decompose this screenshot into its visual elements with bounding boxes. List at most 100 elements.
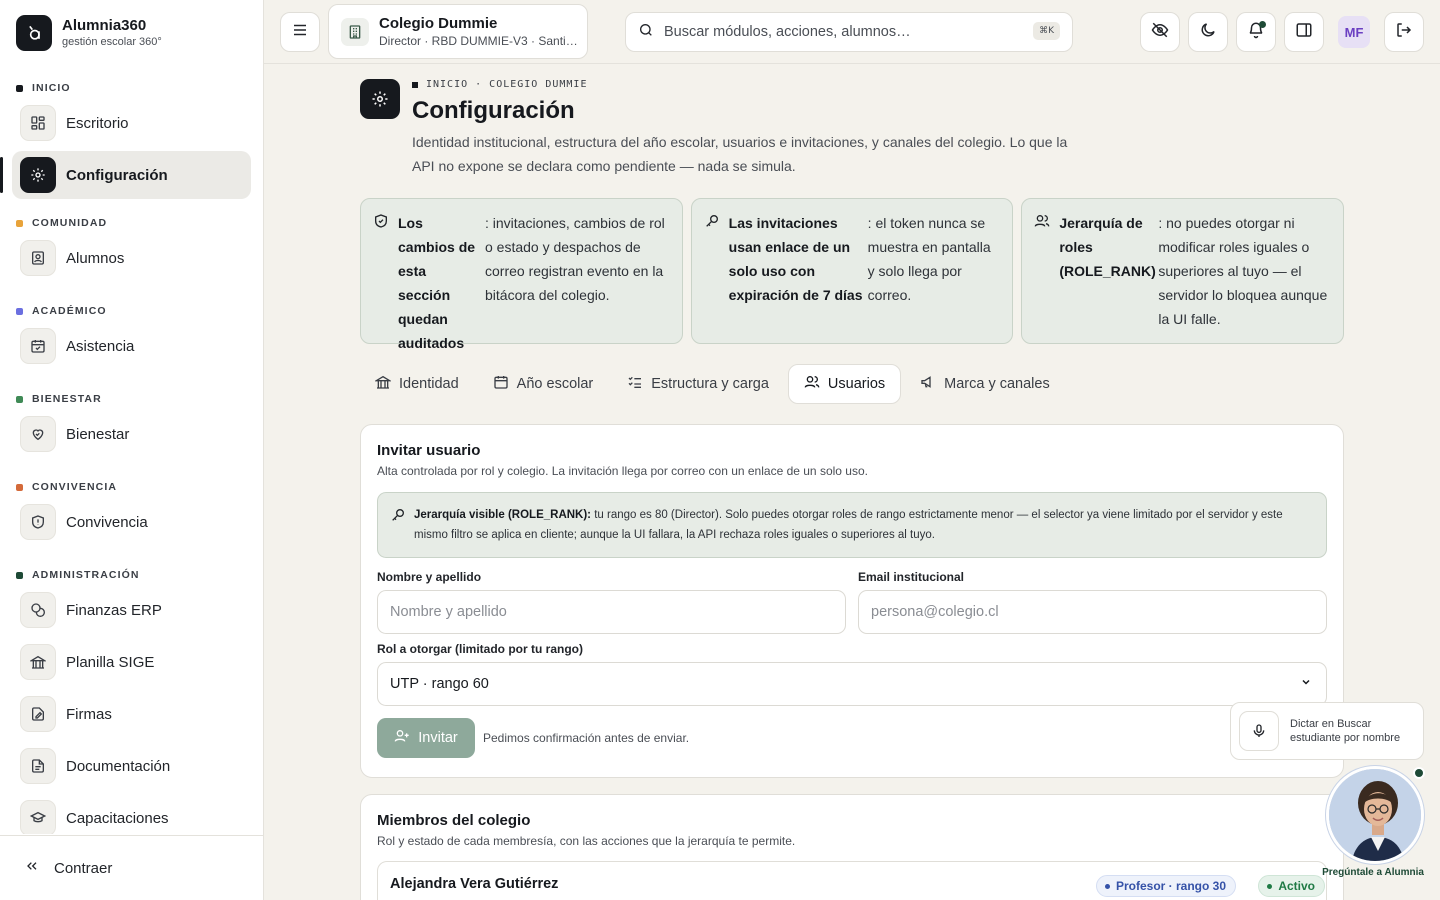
assistant-avatar[interactable] bbox=[1326, 766, 1424, 864]
school-switcher[interactable]: Colegio Dummie Director · RBD DUMMIE-V3 … bbox=[328, 4, 588, 59]
microphone-icon[interactable] bbox=[1239, 711, 1279, 751]
name-label: Nombre y apellido bbox=[377, 570, 482, 584]
sidebar-item-planilla-sige[interactable]: Planilla SIGE bbox=[20, 638, 251, 686]
signature-icon bbox=[20, 696, 56, 732]
email-label: Email institucional bbox=[858, 570, 965, 584]
menu-button[interactable] bbox=[280, 12, 320, 52]
tab-identidad[interactable]: Identidad bbox=[360, 364, 474, 404]
user-plus-icon bbox=[394, 728, 418, 748]
sidebar-item-escritorio[interactable]: Escritorio bbox=[20, 99, 251, 147]
card-title: Miembros del colegio bbox=[377, 812, 531, 829]
section-dot bbox=[16, 571, 23, 579]
sidebar-item-configuracion[interactable]: Configuración bbox=[0, 151, 251, 199]
notice-text: : invitaciones, cambios de rol o estado … bbox=[485, 215, 665, 303]
theme-toggle-button[interactable] bbox=[1188, 12, 1228, 52]
building-icon bbox=[341, 17, 369, 46]
brand-tagline: gestión escolar 360° bbox=[62, 36, 162, 48]
users-icon bbox=[1034, 213, 1050, 229]
global-search[interactable]: ⌘K bbox=[625, 12, 1073, 52]
nav-section-label: ADMINISTRACIÓN bbox=[32, 569, 140, 581]
name-input[interactable] bbox=[377, 590, 846, 634]
search-input[interactable] bbox=[664, 24, 1024, 40]
nav-section-label: CONVIVENCIA bbox=[32, 481, 118, 493]
info-title: Jerarquía visible (ROLE_RANK): bbox=[414, 509, 592, 521]
breadcrumb: INICIO · COLEGIO DUMMIE bbox=[412, 79, 587, 90]
privacy-toggle-button[interactable] bbox=[1140, 12, 1180, 52]
invite-user-card: Invitar usuario Alta controlada por rol … bbox=[360, 424, 1344, 778]
gear-icon bbox=[360, 79, 400, 119]
chevron-down-icon bbox=[1300, 676, 1312, 692]
sidebar-item-label: Convivencia bbox=[66, 513, 148, 531]
role-select[interactable]: UTP · rango 60 bbox=[377, 662, 1327, 706]
brand-name: Alumnia360 bbox=[62, 17, 147, 34]
tab-label: Año escolar bbox=[516, 376, 594, 392]
sidebar-item-documentacion[interactable]: Documentación bbox=[20, 742, 251, 790]
shield-icon bbox=[20, 504, 56, 540]
dictate-widget[interactable]: Dictar en Buscar estudiante por nombre bbox=[1230, 702, 1424, 760]
eye-off-icon bbox=[1151, 21, 1169, 44]
members-card: Miembros del colegio Rol y estado de cad… bbox=[360, 794, 1344, 900]
nav-section-bienestar: BIENESTAR bbox=[0, 389, 263, 409]
tab-usuarios[interactable]: Usuarios bbox=[787, 364, 902, 404]
assistant-label[interactable]: Pregúntale a Alumnia bbox=[1312, 867, 1434, 878]
gear-icon bbox=[20, 157, 56, 193]
notice-title: Las invitaciones usan enlace de un solo … bbox=[728, 215, 863, 303]
invite-button[interactable]: Invitar bbox=[377, 718, 475, 758]
tab-label: Marca y canales bbox=[944, 376, 1050, 392]
calendar-icon bbox=[493, 374, 517, 394]
logout-button[interactable] bbox=[1384, 12, 1424, 52]
search-icon bbox=[638, 22, 654, 43]
sidebar-nav: INICIO Escritorio Configuración COMUNIDA… bbox=[0, 78, 263, 834]
sidebar-item-label: Escritorio bbox=[66, 114, 129, 132]
dictate-line-1: Dictar en Buscar bbox=[1290, 718, 1372, 730]
sidebar-item-label: Asistencia bbox=[66, 337, 135, 355]
notice-title: Los cambios de esta sección quedan audit… bbox=[398, 215, 476, 351]
sidebar-item-alumnos[interactable]: Alumnos bbox=[20, 234, 251, 282]
notice-invitations: Las invitaciones usan enlace de un solo … bbox=[690, 198, 1014, 344]
sidebar-item-bienestar[interactable]: Bienestar bbox=[20, 410, 251, 458]
tab-ano-escolar[interactable]: Año escolar bbox=[478, 364, 609, 404]
nav-section-comunidad: COMUNIDAD bbox=[0, 213, 263, 233]
card-subtitle: Alta controlada por rol y colegio. La in… bbox=[377, 464, 868, 478]
key-icon bbox=[704, 213, 720, 229]
panel-icon bbox=[1295, 21, 1313, 44]
email-input[interactable] bbox=[858, 590, 1327, 634]
role-rank-info: Jerarquía visible (ROLE_RANK): tu rango … bbox=[377, 492, 1327, 558]
sidebar-item-firmas[interactable]: Firmas bbox=[20, 690, 251, 738]
logout-icon bbox=[1395, 21, 1413, 44]
sidebar-item-label: Alumnos bbox=[66, 249, 125, 267]
page-description: Identidad institucional, estructura del … bbox=[412, 134, 1068, 174]
chevrons-left-icon bbox=[24, 858, 40, 879]
nav-section-label: INICIO bbox=[32, 82, 71, 94]
search-shortcut-badge: ⌘K bbox=[1033, 22, 1060, 40]
nav-section-administracion: ADMINISTRACIÓN bbox=[0, 565, 263, 585]
tab-estructura-carga[interactable]: Estructura y carga bbox=[612, 364, 784, 404]
role-badge-text: Profesor · rango 30 bbox=[1115, 879, 1226, 893]
brand[interactable]: Alumnia360 gestión escolar 360° bbox=[16, 15, 162, 51]
nav-section-inicio: INICIO bbox=[0, 78, 263, 98]
role-select-value: UTP · rango 60 bbox=[390, 676, 489, 692]
toggle-panel-button[interactable] bbox=[1284, 12, 1324, 52]
moon-icon bbox=[1199, 21, 1217, 44]
settings-tabs: Identidad Año escolar Estructura y carga… bbox=[360, 364, 1065, 404]
brand-logo-icon bbox=[16, 15, 52, 51]
sidebar-item-convivencia[interactable]: Convivencia bbox=[20, 498, 251, 546]
sidebar: Alumnia360 gestión escolar 360° INICIO E… bbox=[0, 0, 264, 900]
collapse-sidebar-button[interactable]: Contraer bbox=[0, 835, 263, 900]
sidebar-item-label: Finanzas ERP bbox=[66, 601, 162, 619]
tab-marca-canales[interactable]: Marca y canales bbox=[905, 364, 1065, 404]
sidebar-item-asistencia[interactable]: Asistencia bbox=[20, 322, 251, 370]
sidebar-item-label: Bienestar bbox=[66, 425, 130, 443]
megaphone-icon bbox=[920, 374, 944, 394]
notifications-button[interactable] bbox=[1236, 12, 1276, 52]
notification-dot bbox=[1259, 21, 1266, 28]
sidebar-item-label: Firmas bbox=[66, 705, 112, 723]
building-icon bbox=[20, 644, 56, 680]
assistant-online-dot bbox=[1413, 767, 1425, 779]
page-title: Configuración bbox=[412, 97, 575, 124]
table-row[interactable]: Alejandra Vera Gutiérrez Profesor · rang… bbox=[377, 861, 1327, 900]
sidebar-item-finanzas[interactable]: Finanzas ERP bbox=[20, 586, 251, 634]
section-dot bbox=[16, 395, 23, 403]
user-avatar[interactable]: MF bbox=[1338, 16, 1370, 48]
sidebar-item-capacitaciones[interactable]: Capacitaciones bbox=[20, 794, 251, 834]
